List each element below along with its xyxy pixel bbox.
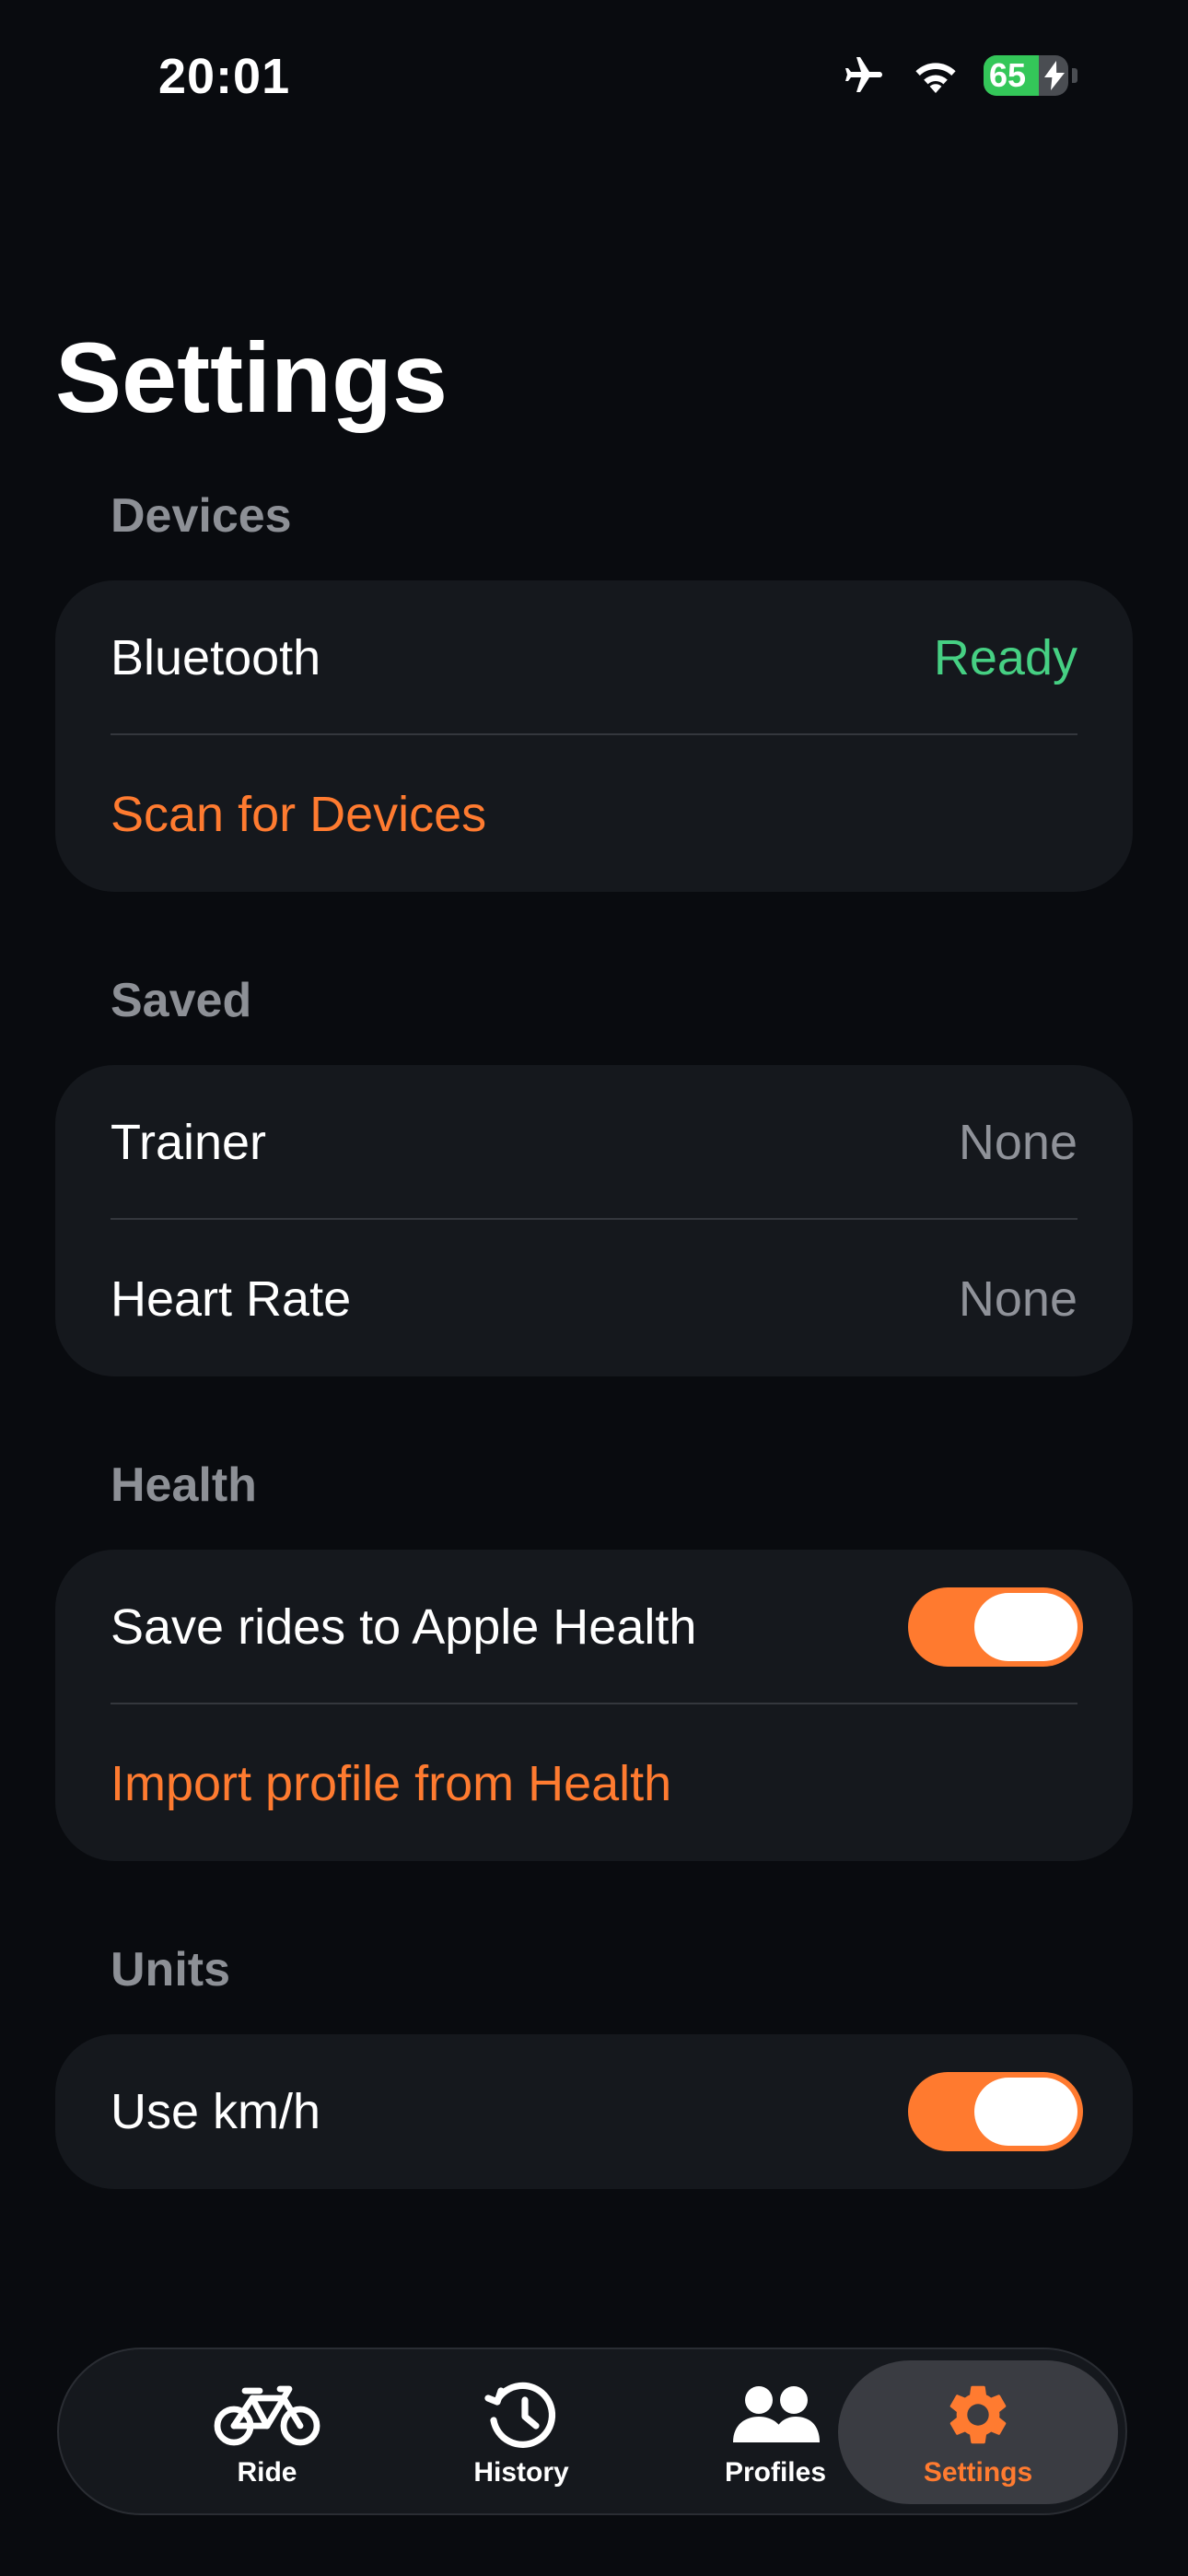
saved-card: Trainer None Heart Rate None — [55, 1065, 1133, 1376]
scan-devices-label: Scan for Devices — [111, 787, 487, 842]
tab-label-ride: Ride — [237, 2457, 297, 2488]
kmh-toggle[interactable] — [908, 2072, 1083, 2151]
trainer-row[interactable]: Trainer None — [111, 1065, 1077, 1220]
bluetooth-status: Ready — [933, 630, 1077, 685]
bluetooth-label: Bluetooth — [111, 630, 321, 685]
save-rides-row: Save rides to Apple Health — [111, 1550, 1083, 1704]
scan-devices-button[interactable]: Scan for Devices — [111, 737, 1077, 892]
health-card: Save rides to Apple Health Import profil… — [55, 1550, 1133, 1861]
heart-rate-row[interactable]: Heart Rate None — [111, 1222, 1077, 1376]
divider — [111, 1703, 1077, 1704]
battery-charging-icon: 65 — [984, 55, 1068, 96]
tab-label-settings: Settings — [923, 2457, 1033, 2488]
import-profile-button[interactable]: Import profile from Health — [111, 1706, 1077, 1861]
heart-rate-value: None — [958, 1271, 1077, 1327]
bluetooth-row: Bluetooth Ready — [111, 580, 1077, 735]
page-title: Settings — [55, 322, 448, 433]
tab-ride[interactable]: Ride — [127, 2360, 407, 2504]
tab-settings[interactable]: Settings — [838, 2360, 1118, 2504]
kmh-label: Use km/h — [111, 2084, 321, 2139]
trainer-value: None — [958, 1115, 1077, 1170]
tab-label-history: History — [473, 2457, 569, 2488]
devices-card: Bluetooth Ready Scan for Devices — [55, 580, 1133, 892]
toggle-knob — [974, 1593, 1077, 1661]
status-icons: 65 — [840, 53, 1077, 98]
tab-bar: Ride History Profiles Settings — [57, 2348, 1127, 2515]
trainer-label: Trainer — [111, 1115, 267, 1170]
gear-icon — [942, 2379, 1014, 2451]
section-header-health: Health — [111, 1458, 257, 1512]
section-header-units: Units — [111, 1943, 230, 1996]
tab-history[interactable]: History — [381, 2360, 661, 2504]
battery-level: 65 — [989, 56, 1027, 94]
import-profile-label: Import profile from Health — [111, 1756, 672, 1811]
airplane-icon — [840, 53, 888, 98]
toggle-knob — [974, 2078, 1077, 2146]
status-time: 20:01 — [158, 49, 291, 104]
bicycle-icon — [214, 2379, 320, 2451]
status-bar: 20:01 65 — [0, 0, 1188, 157]
save-rides-label: Save rides to Apple Health — [111, 1599, 697, 1655]
history-icon — [484, 2379, 558, 2451]
kmh-row: Use km/h — [111, 2034, 1083, 2189]
save-rides-toggle[interactable] — [908, 1587, 1083, 1667]
profiles-icon — [729, 2379, 821, 2451]
section-header-saved: Saved — [111, 974, 252, 1027]
divider — [111, 1218, 1077, 1220]
tab-label-profiles: Profiles — [724, 2457, 827, 2488]
units-card: Use km/h — [55, 2034, 1133, 2189]
wifi-icon — [910, 55, 961, 96]
section-header-devices: Devices — [111, 489, 292, 543]
divider — [111, 733, 1077, 735]
battery-cap — [1072, 68, 1077, 83]
heart-rate-label: Heart Rate — [111, 1271, 352, 1327]
charging-bolt-icon — [1044, 61, 1065, 90]
